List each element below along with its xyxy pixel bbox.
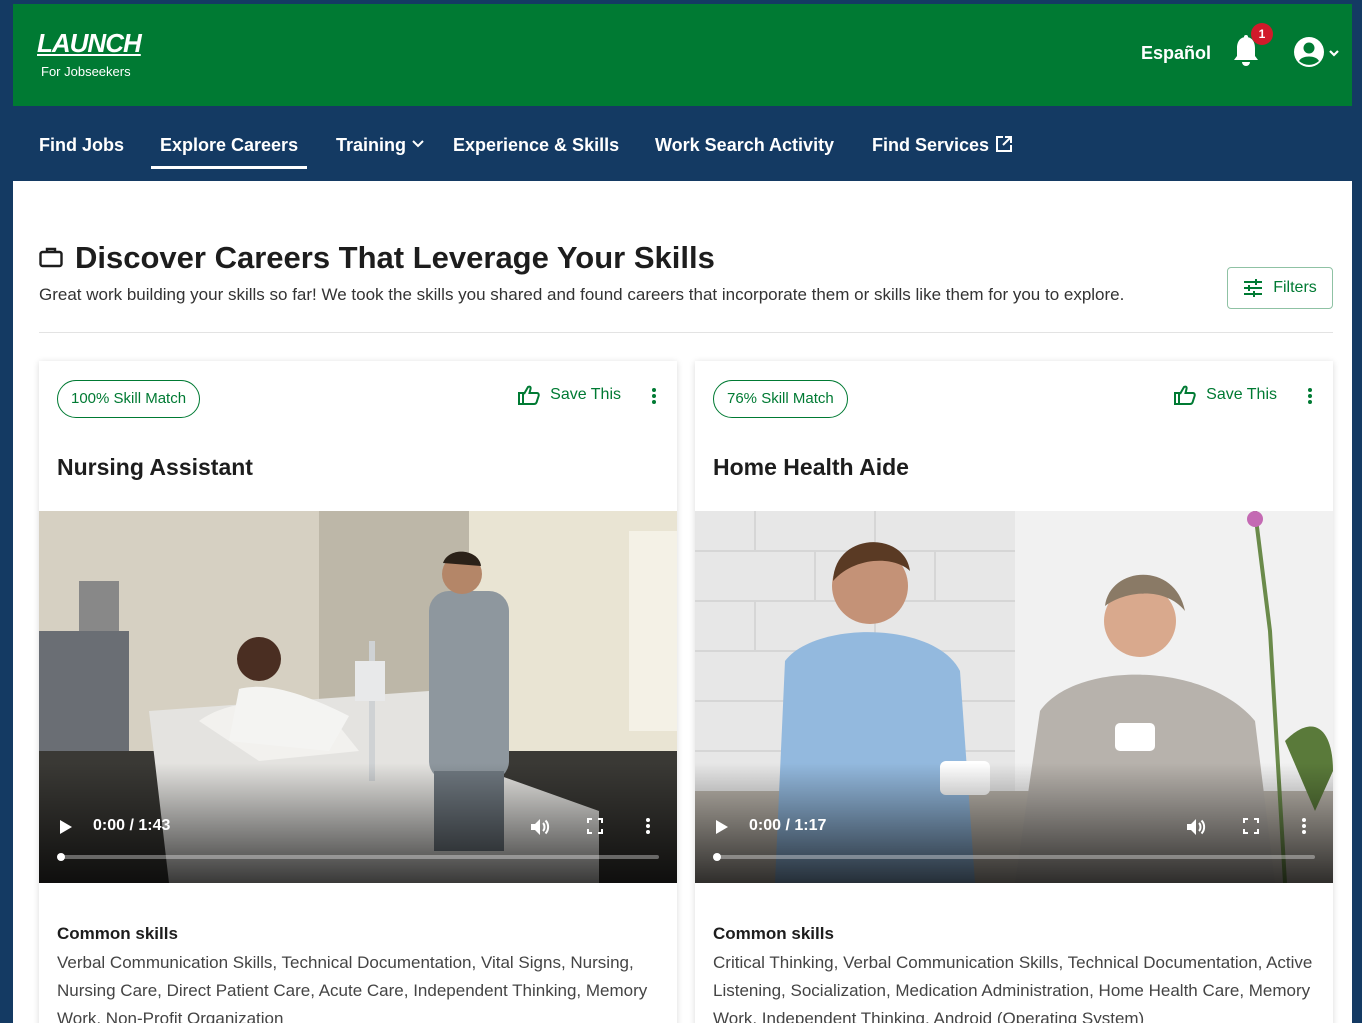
more-options-icon[interactable] [1307,387,1313,405]
skills-heading: Common skills [57,924,178,943]
video-time: 0:00 / 1:43 [93,817,171,834]
volume-icon[interactable] [1185,817,1207,837]
video-more-icon[interactable] [645,817,651,835]
account-circle-icon [1294,37,1339,67]
career-card: 76% Skill Match Save This Home Health Ai… [695,361,1333,1023]
skills-heading: Common skills [713,924,834,943]
video-progress-track[interactable] [59,855,659,859]
section-divider [39,332,1333,333]
video-more-icon[interactable] [1301,817,1307,835]
career-card: 100% Skill Match Save This Nursing Assis… [39,361,677,1023]
video-player[interactable]: 0:00 / 1:17 [695,511,1333,883]
video-progress-thumb[interactable] [713,853,721,861]
skills-list: Verbal Communication Skills, Technical D… [57,953,648,1023]
nav-explore-careers[interactable]: Explore Careers [150,106,308,181]
launch-logo[interactable]: LAUNCH For Jobseekers [37,28,142,79]
filter-sliders-icon [1244,279,1263,297]
main-nav: Find Jobs Explore Careers Training Exper… [13,106,1352,181]
save-button[interactable]: Save This [518,385,621,405]
external-link-icon [996,136,1013,153]
page-subtitle: Great work building your skills so far! … [39,285,1125,304]
page-title: Discover Careers That Leverage Your Skil… [75,240,715,275]
skill-match-badge: 76% Skill Match [713,380,848,418]
save-label: Save This [550,386,621,403]
save-label: Save This [1206,386,1277,403]
chevron-down-icon [412,140,424,148]
volume-icon[interactable] [529,817,551,837]
nav-find-jobs[interactable]: Find Jobs [39,106,124,181]
career-title: Home Health Aide [713,454,909,480]
nav-experience-skills[interactable]: Experience & Skills [453,106,619,181]
nav-training-label: Training [336,135,407,155]
logo-tagline: For Jobseekers [41,64,131,79]
nav-find-services-label: Find Services [872,135,990,155]
fullscreen-icon[interactable] [587,818,603,834]
top-header: LAUNCH For Jobseekers Español 1 [13,4,1352,106]
thumbs-up-icon [518,385,540,405]
nav-training[interactable]: Training [336,106,424,181]
more-options-icon[interactable] [651,387,657,405]
app-frame: LAUNCH For Jobseekers Español 1 Find Job… [13,4,1352,1023]
play-icon[interactable] [59,819,73,835]
skills-list: Critical Thinking, Verbal Communication … [713,953,1313,1023]
filters-label: Filters [1273,279,1317,296]
filters-button[interactable]: Filters [1227,267,1333,309]
video-time: 0:00 / 1:17 [749,817,827,834]
briefcase-icon [39,247,63,268]
language-toggle-link[interactable]: Español [1141,43,1211,64]
video-progress-thumb[interactable] [57,853,65,861]
thumbs-up-icon [1174,385,1196,405]
nav-find-services[interactable]: Find Services [872,106,1013,181]
fullscreen-icon[interactable] [1243,818,1259,834]
video-player[interactable]: 0:00 / 1:43 [39,511,677,883]
skill-match-badge: 100% Skill Match [57,380,201,418]
nav-work-search-activity[interactable]: Work Search Activity [655,106,834,181]
logo-wordmark: LAUNCH [37,28,142,58]
account-menu[interactable] [1293,35,1345,71]
video-progress-track[interactable] [715,855,1315,859]
play-icon[interactable] [715,819,729,835]
career-title: Nursing Assistant [57,454,253,480]
notification-count-badge: 1 [1251,23,1273,45]
save-button[interactable]: Save This [1174,385,1277,405]
